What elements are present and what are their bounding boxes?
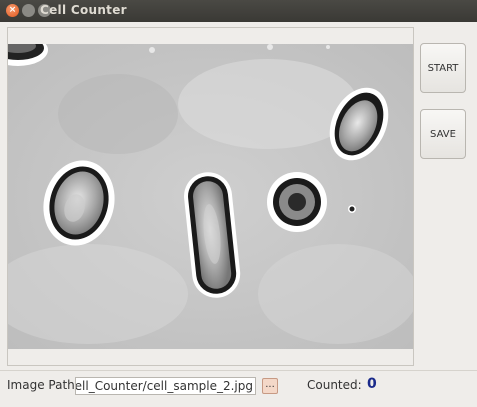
browse-button[interactable]: ...: [262, 378, 278, 394]
minimize-window-button[interactable]: [22, 4, 35, 17]
title-bar: × Cell Counter: [0, 0, 477, 22]
start-button[interactable]: START: [420, 43, 466, 93]
image-path-label: Image Path:: [7, 378, 79, 392]
image-path-value: ts/Cell_Counter/cell_sample_2.jpg: [75, 379, 253, 393]
image-path-field[interactable]: ts/Cell_Counter/cell_sample_2.jpg: [75, 377, 256, 395]
counted-label: Counted:: [307, 378, 362, 392]
close-window-button[interactable]: ×: [6, 4, 19, 17]
cell-image: [8, 44, 413, 349]
counted-value: 0: [367, 376, 377, 392]
window-title: Cell Counter: [40, 3, 127, 17]
save-button[interactable]: SAVE: [420, 109, 466, 159]
start-button-label: START: [427, 62, 459, 74]
footer-divider: [0, 370, 477, 371]
save-button-label: SAVE: [430, 128, 456, 140]
